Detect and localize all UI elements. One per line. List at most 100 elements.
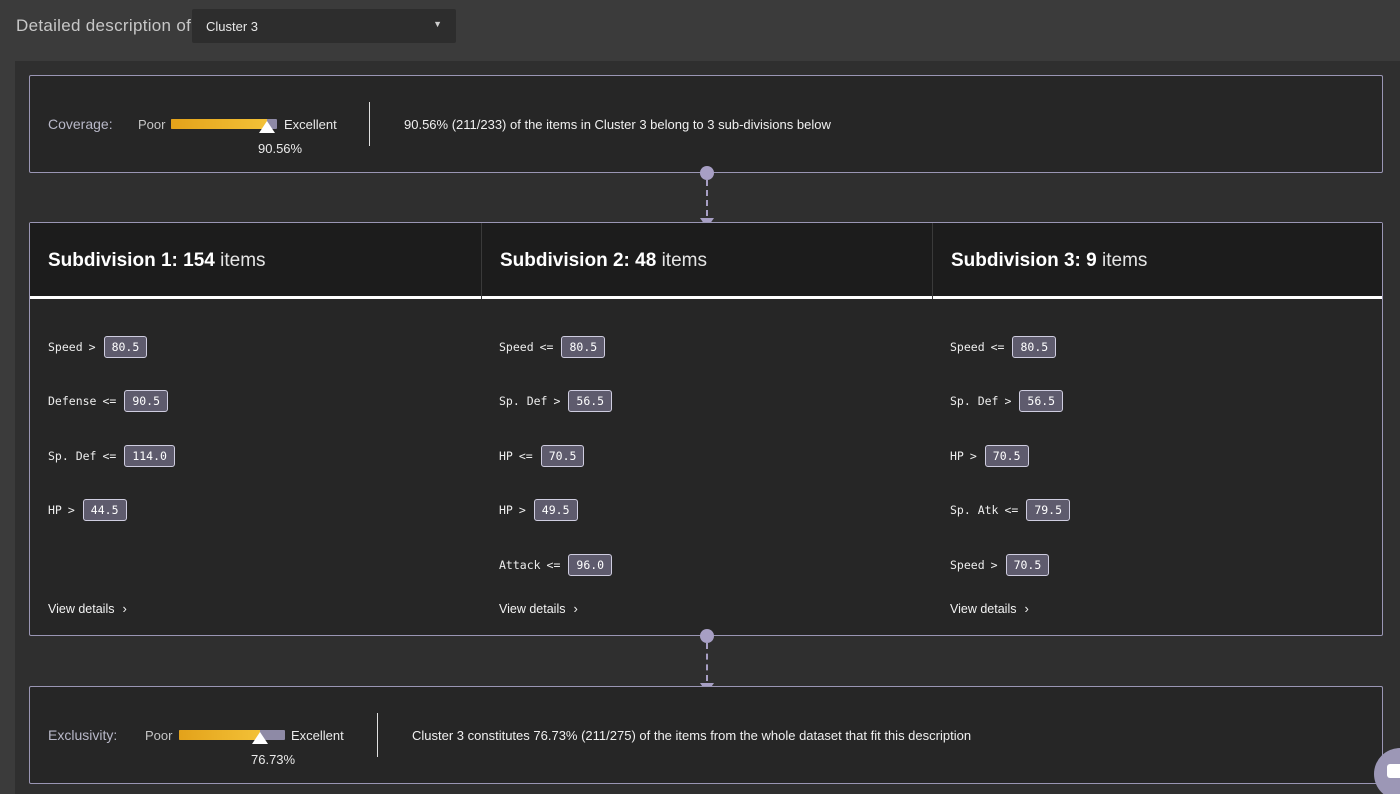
rule-value-chip: 70.5 [984,445,1029,467]
rule-row: Speed > 70.5 [950,553,1050,577]
rule-row: HP > 44.5 [48,498,127,522]
top-bar: Detailed description of Cluster 3 ▼ [0,0,1400,52]
connector-dot [700,629,714,643]
exclusivity-separator [377,713,378,757]
rule-value-chip: 90.5 [124,390,169,412]
rule-operator: <= [546,558,561,572]
coverage-card: Coverage: Poor Excellent 90.56% 90.56% (… [29,75,1383,173]
exclusivity-bar [179,730,285,740]
rule-row: Speed <= 80.5 [950,335,1057,359]
subdivision-3-title-text: Subdivision 3: [951,250,1081,271]
view-details-label: View details [48,601,115,616]
rule-row: Attack <= 96.0 [499,553,613,577]
cluster-select-value: Cluster 3 [206,19,259,34]
subdivision-1-title-text: Subdivision 1: [48,250,178,271]
rule-operator: > [518,503,526,517]
connector-line [706,180,708,216]
coverage-description: 90.56% (211/233) of the items in Cluster… [404,117,831,132]
connector-dot [700,166,714,180]
exclusivity-excellent-label: Excellent [291,728,344,743]
rule-row: HP <= 70.5 [499,444,585,468]
subdivision-1-view-details[interactable]: View details › [48,601,127,616]
rule-operator: <= [539,340,554,354]
view-details-label: View details [499,601,566,616]
rule-feature: Speed [48,340,83,354]
rule-operator: > [88,340,96,354]
rule-feature: HP [499,449,513,463]
rule-row: HP > 49.5 [499,498,578,522]
subdivision-2-header: Subdivision 2: 48 items [482,223,932,299]
rule-feature: Defense [48,394,97,408]
rule-value-chip: 44.5 [82,499,127,521]
rule-operator: > [990,558,998,572]
rule-row: Defense <= 90.5 [48,389,169,413]
connector-bottom [700,629,714,693]
subdivision-2-title-text: Subdivision 2: [500,250,630,271]
exclusivity-card: Exclusivity: Poor Excellent 76.73% Clust… [29,686,1383,784]
subdivision-2-count: 48 [635,250,657,271]
rule-row: HP > 70.5 [950,444,1029,468]
exclusivity-percent: 76.73% [251,752,296,767]
rule-feature: Speed [950,340,985,354]
rule-feature: Attack [499,558,541,572]
description-label: Detailed description of [16,16,192,35]
rule-operator: > [67,503,75,517]
coverage-separator [369,102,370,146]
rule-value-chip: 79.5 [1026,499,1071,521]
subdivision-3-items-word: items [1102,250,1148,271]
chevron-right-icon: › [1024,601,1029,616]
rule-value-chip: 80.5 [103,336,148,358]
exclusivity-poor-label: Poor [145,728,173,743]
rule-operator: <= [990,340,1005,354]
rule-value-chip: 114.0 [124,445,175,467]
rule-feature: Speed [950,558,985,572]
caret-down-icon: ▼ [433,19,442,29]
rule-row: Speed > 80.5 [48,335,148,359]
rule-feature: Sp. Def [499,394,548,408]
subdivision-1-header: Subdivision 1: 154 items [30,223,481,299]
rule-row: Sp. Def > 56.5 [499,389,613,413]
rule-operator: <= [102,449,117,463]
coverage-excellent-label: Excellent [284,117,337,132]
chat-icon [1387,764,1400,778]
rule-operator: > [553,394,561,408]
cluster-select[interactable]: Cluster 3 ▼ [192,9,456,43]
exclusivity-description: Cluster 3 constitutes 76.73% (211/275) o… [412,728,972,743]
subdivision-3-title: Subdivision 3: 9 items [951,250,1147,272]
chevron-right-icon: › [573,601,578,616]
connector-top [700,166,714,230]
rule-row: Sp. Atk <= 79.5 [950,498,1071,522]
rule-row: Sp. Def > 56.5 [950,389,1064,413]
rule-value-chip: 80.5 [561,336,606,358]
rule-value-chip: 70.5 [1005,554,1050,576]
view-details-label: View details [950,601,1017,616]
subdivision-3-header: Subdivision 3: 9 items [933,223,1382,299]
rule-feature: HP [499,503,513,517]
rule-feature: HP [950,449,964,463]
subdivision-3-count: 9 [1086,250,1097,271]
rule-value-chip: 56.5 [568,390,613,412]
rule-row: Speed <= 80.5 [499,335,606,359]
coverage-percent: 90.56% [258,141,303,156]
subdivision-1-title: Subdivision 1: 154 items [48,250,266,272]
rule-value-chip: 56.5 [1019,390,1064,412]
subdivision-1-items-word: items [220,250,266,271]
rule-value-chip: 49.5 [533,499,578,521]
subdivision-2-title: Subdivision 2: 48 items [500,250,707,272]
rule-value-chip: 70.5 [540,445,585,467]
coverage-poor-label: Poor [138,117,166,132]
subdivision-3-view-details[interactable]: View details › [950,601,1029,616]
coverage-marker [258,121,275,133]
rule-feature: HP [48,503,62,517]
connector-line [706,643,708,681]
rule-operator: <= [1004,503,1019,517]
rule-value-chip: 96.0 [568,554,613,576]
rule-value-chip: 80.5 [1012,336,1057,358]
subdivision-2-view-details[interactable]: View details › [499,601,578,616]
rule-feature: Sp. Def [48,449,97,463]
exclusivity-label: Exclusivity: [48,727,118,743]
exclusivity-marker [252,732,269,744]
rule-feature: Sp. Def [950,394,999,408]
rule-feature: Sp. Atk [950,503,999,517]
coverage-bar-fill [171,119,267,129]
